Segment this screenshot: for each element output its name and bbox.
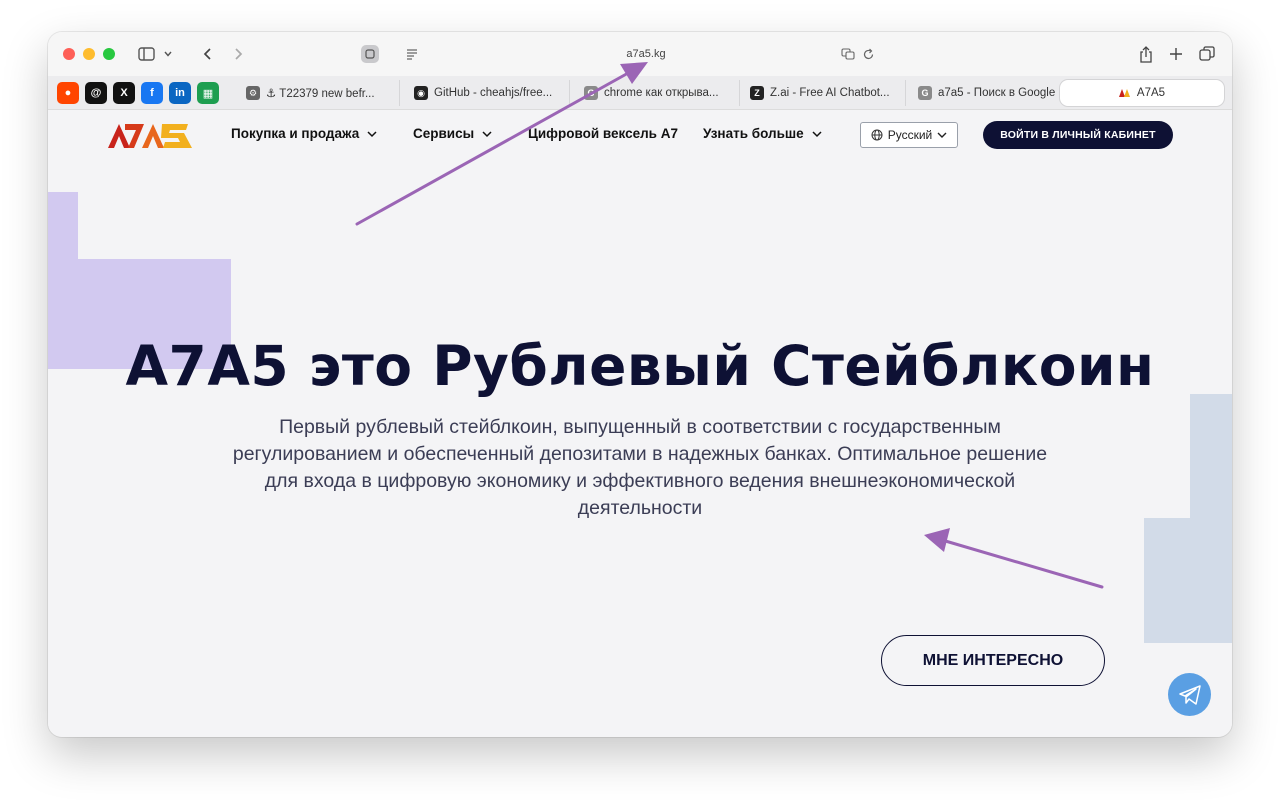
zoom-window-button[interactable] <box>103 48 115 60</box>
pinned-tab-x[interactable]: X <box>113 82 135 104</box>
nav-buy-sell[interactable]: Покупка и продажа <box>231 126 377 141</box>
tab-overview-button[interactable] <box>1197 44 1217 64</box>
tab-github[interactable]: ◉ GitHub - cheahjs/free... <box>404 80 570 106</box>
window-controls <box>63 48 115 60</box>
decor-block-blue <box>1144 518 1232 643</box>
gear-icon: ⚙ <box>246 86 260 100</box>
forward-button[interactable] <box>228 44 248 64</box>
nav-learn-more-label: Узнать больше <box>703 126 804 141</box>
tab-zai[interactable]: Z Z.ai - Free AI Chatbot... <box>740 80 906 106</box>
browser-window: a7a5.kg ● @ X f in ▦ ⚙ ⚓ T22379 new befr… <box>48 32 1232 737</box>
reddit-icon: ● <box>64 87 72 99</box>
tabs-overview-icon <box>1199 46 1215 61</box>
pinned-tab-reddit[interactable]: ● <box>57 82 79 104</box>
chevron-down-icon <box>367 130 377 137</box>
reload-button[interactable] <box>860 46 876 62</box>
pinned-tab-linkedin[interactable]: in <box>169 82 191 104</box>
tab-label: a7a5 - Поиск в Google <box>938 87 1056 99</box>
new-tab-button[interactable] <box>1166 44 1186 64</box>
a7a5-icon <box>1118 89 1131 97</box>
back-button[interactable] <box>198 44 218 64</box>
a7a5-logo[interactable] <box>108 122 192 148</box>
tab-label: Z.ai - Free AI Chatbot... <box>770 87 890 99</box>
tab-chrome-search[interactable]: G chrome как открыва... <box>574 80 740 106</box>
tab-label: GitHub - cheahjs/free... <box>434 87 553 99</box>
tabs-bar: ● @ X f in ▦ ⚙ ⚓ T22379 new befr... ◉ Gi… <box>48 76 1232 110</box>
chevron-down-icon <box>812 130 822 137</box>
translate-button[interactable] <box>840 46 856 62</box>
pinned-tab-facebook[interactable]: f <box>141 82 163 104</box>
chevron-down-icon <box>937 132 947 138</box>
login-button[interactable]: ВОЙТИ В ЛИЧНЫЙ КАБИНЕТ <box>983 121 1173 149</box>
linkedin-icon: in <box>175 87 185 99</box>
tab-label: ⚓ T22379 new befr... <box>266 88 375 100</box>
hero-subtitle: Первый рублевый стейблкоин, выпущенный в… <box>232 416 1048 519</box>
page-content: Покупка и продажа Сервисы Цифровой вексе… <box>48 110 1232 737</box>
tab-label: chrome как открыва... <box>604 87 719 99</box>
telegram-button[interactable] <box>1168 673 1211 716</box>
share-button[interactable] <box>1136 44 1156 64</box>
tab-a7a5-active[interactable]: A7A5 <box>1060 80 1224 106</box>
zai-icon: Z <box>750 86 764 100</box>
pinned-tab-sheets[interactable]: ▦ <box>197 82 219 104</box>
facebook-icon: f <box>150 87 154 99</box>
threads-icon: @ <box>90 87 102 99</box>
chevron-right-icon <box>235 48 243 60</box>
sidebar-toggle-button[interactable] <box>136 45 176 63</box>
decor-block-blue-top <box>1190 394 1232 524</box>
minimize-window-button[interactable] <box>83 48 95 60</box>
site-header: Покупка и продажа Сервисы Цифровой вексе… <box>48 110 1232 158</box>
tab-label: A7A5 <box>1136 87 1166 99</box>
plus-icon <box>1170 48 1182 60</box>
extension-icon <box>365 49 375 59</box>
nav-services[interactable]: Сервисы <box>413 126 492 141</box>
address-bar[interactable]: a7a5.kg <box>400 41 892 67</box>
sidebar-icon <box>138 47 172 61</box>
language-select[interactable]: Русский <box>860 122 958 148</box>
chevron-left-icon <box>203 48 211 60</box>
google-icon: G <box>584 86 598 100</box>
tab-t22379[interactable]: ⚙ ⚓ T22379 new befr... <box>236 80 400 106</box>
chevron-down-icon <box>482 130 492 137</box>
language-label: Русский <box>887 128 933 142</box>
globe-icon <box>871 129 883 141</box>
hero-title: A7A5 это Рублевый Стейблкоин <box>125 334 1155 398</box>
address-text: a7a5.kg <box>626 48 666 60</box>
x-icon: X <box>120 87 128 99</box>
telegram-icon <box>1178 684 1201 705</box>
share-icon <box>1140 45 1152 63</box>
decor-block-purple-top <box>48 192 78 262</box>
close-window-button[interactable] <box>63 48 75 60</box>
pinned-tab-threads[interactable]: @ <box>85 82 107 104</box>
google-icon: G <box>918 86 932 100</box>
nav-digital-bill-label: Цифровой вексель А7 <box>528 126 678 141</box>
reload-icon <box>863 48 873 59</box>
browser-toolbar: a7a5.kg <box>48 32 1232 76</box>
github-icon: ◉ <box>414 86 428 100</box>
nav-learn-more[interactable]: Узнать больше <box>703 126 822 141</box>
nav-digital-bill[interactable]: Цифровой вексель А7 <box>528 126 678 141</box>
nav-services-label: Сервисы <box>413 126 475 141</box>
extension-button[interactable] <box>361 45 379 63</box>
translate-icon <box>841 48 855 60</box>
tab-google-a7a5[interactable]: G a7a5 - Поиск в Google <box>908 80 1058 106</box>
interest-button[interactable]: МНЕ ИНТЕРЕСНО <box>881 635 1105 686</box>
nav-buy-sell-label: Покупка и продажа <box>231 126 360 141</box>
sheets-icon: ▦ <box>202 87 214 100</box>
